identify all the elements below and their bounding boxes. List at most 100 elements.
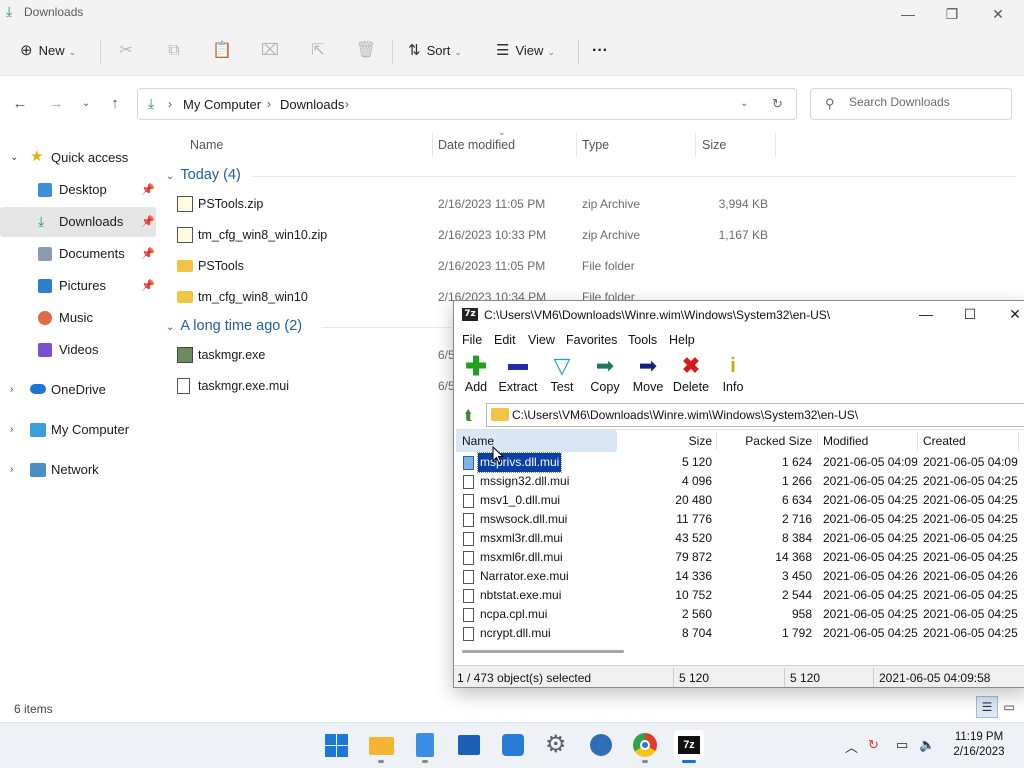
sidebar-item-music[interactable]: Music: [0, 303, 156, 333]
column-divider[interactable]: [576, 133, 577, 157]
menu-file[interactable]: File: [462, 333, 482, 347]
menu-tools[interactable]: Tools: [628, 333, 657, 347]
recent-locations-chevron-icon[interactable]: ⌄: [76, 94, 96, 114]
maximize-button[interactable]: ☐: [950, 303, 990, 325]
delete-button[interactable]: ✖ Delete: [669, 353, 713, 399]
group-header-long-time-ago[interactable]: ⌄ A long time ago (2): [166, 318, 302, 334]
menu-help[interactable]: Help: [669, 333, 695, 347]
archive-row[interactable]: msxml6r.dll.mui 79 872 14 368 2021-06-05…: [456, 548, 1024, 567]
delete-icon[interactable]: 🗑: [355, 40, 377, 62]
column-divider[interactable]: [817, 432, 818, 450]
archive-row[interactable]: ncpa.cpl.mui 2 560 958 2021-06-05 04:25 …: [456, 605, 1024, 624]
archive-row[interactable]: nbtstat.exe.mui 10 752 2 544 2021-06-05 …: [456, 586, 1024, 605]
more-options-button[interactable]: ···: [592, 38, 608, 64]
test-button[interactable]: ▽ Test: [540, 353, 584, 399]
breadcrumb-my-computer[interactable]: My Computer: [183, 97, 261, 112]
taskbar-notepad[interactable]: [410, 730, 440, 763]
search-input[interactable]: [849, 95, 999, 109]
archive-row[interactable]: msprivs.dll.mui 5 120 1 624 2021-06-05 0…: [456, 452, 1024, 473]
cut-icon[interactable]: ✂: [115, 40, 137, 62]
back-arrow-icon[interactable]: ←: [10, 94, 30, 114]
sidebar-item-onedrive[interactable]: › OneDrive: [0, 375, 156, 405]
taskbar-file-explorer[interactable]: [366, 730, 396, 763]
update-alert-icon[interactable]: ↻: [868, 737, 879, 753]
sidebar-item-quick-access[interactable]: ⌄ ★ Quick access: [0, 143, 156, 173]
taskbar-7zip[interactable]: 7z: [674, 730, 704, 763]
copy-icon[interactable]: ⧉: [163, 40, 185, 62]
column-header-size[interactable]: Size: [702, 138, 726, 152]
minimize-button[interactable]: —: [906, 303, 946, 325]
menu-edit[interactable]: Edit: [494, 333, 516, 347]
column-divider[interactable]: [917, 432, 918, 450]
show-hidden-icons-chevron-icon[interactable]: ︿: [845, 737, 858, 756]
taskbar-store[interactable]: [454, 730, 484, 760]
restore-button[interactable]: ❐: [936, 4, 968, 24]
archive-row[interactable]: ncrypt.dll.mui 8 704 1 792 2021-06-05 04…: [456, 624, 1024, 643]
up-folder-icon[interactable]: ⮬: [459, 405, 479, 425]
sidebar-item-pictures[interactable]: Pictures 📌: [0, 271, 156, 301]
new-button[interactable]: ⊕ New ⌄: [20, 38, 76, 64]
archive-row[interactable]: msv1_0.dll.mui 20 480 6 634 2021-06-05 0…: [456, 491, 1024, 510]
add-button[interactable]: ✚ Add: [454, 353, 498, 399]
network-status-icon[interactable]: ▭: [896, 737, 908, 753]
sidebar-item-network[interactable]: › Network: [0, 455, 156, 485]
details-view-icon[interactable]: ☰: [976, 696, 998, 718]
pin-icon[interactable]: 📌: [141, 239, 155, 269]
file-row[interactable]: tm_cfg_win8_win10.zip 2/16/2023 10:33 PM…: [160, 220, 1024, 251]
column-header-created[interactable]: Created: [923, 430, 966, 452]
sidebar-item-videos[interactable]: Videos: [0, 335, 156, 365]
rename-icon[interactable]: ⌧: [259, 40, 281, 62]
archive-row[interactable]: mswsock.dll.mui 11 776 2 716 2021-06-05 …: [456, 510, 1024, 529]
column-header-type[interactable]: Type: [582, 138, 609, 152]
sidebar-item-documents[interactable]: Documents 📌: [0, 239, 156, 269]
file-row[interactable]: PSTools 2/16/2023 11:05 PM File folder: [160, 251, 1024, 282]
archive-row[interactable]: mssign32.dll.mui 4 096 1 266 2021-06-05 …: [456, 472, 1024, 491]
column-divider[interactable]: [1018, 432, 1019, 450]
taskbar-chrome[interactable]: [630, 730, 660, 763]
path-field[interactable]: C:\Users\VM6\Downloads\Winre.wim\Windows…: [486, 403, 1024, 427]
paste-icon[interactable]: 📋: [211, 40, 233, 62]
column-divider[interactable]: [716, 432, 717, 450]
taskbar-settings[interactable]: ⚙: [542, 730, 572, 760]
start-button[interactable]: [322, 730, 352, 760]
info-button[interactable]: i Info: [711, 353, 755, 399]
column-divider[interactable]: [616, 432, 617, 450]
7zip-titlebar[interactable]: 7z C:\Users\VM6\Downloads\Winre.wim\Wind…: [454, 301, 1024, 329]
column-divider[interactable]: [775, 133, 776, 157]
pin-icon[interactable]: 📌: [141, 207, 155, 237]
column-header-date[interactable]: Date modified: [438, 138, 515, 152]
archive-row[interactable]: msxml3r.dll.mui 43 520 8 384 2021-06-05 …: [456, 529, 1024, 548]
forward-arrow-icon[interactable]: →: [46, 94, 66, 114]
address-history-chevron-icon[interactable]: ⌄: [740, 98, 748, 109]
column-header-size[interactable]: Size: [636, 430, 712, 452]
column-divider[interactable]: [695, 133, 696, 157]
copy-button[interactable]: ➡ Copy: [583, 353, 627, 399]
menu-favorites[interactable]: Favorites: [566, 333, 617, 347]
address-bar[interactable]: ⤓ › My Computer › Downloads › ⌄ ↻: [137, 88, 797, 120]
system-clock[interactable]: 11:19 PM 2/16/2023: [944, 730, 1014, 760]
close-button[interactable]: ✕: [995, 303, 1024, 325]
view-button[interactable]: ☰ View ⌄: [496, 38, 555, 64]
file-row[interactable]: PSTools.zip 2/16/2023 11:05 PM zip Archi…: [160, 189, 1024, 220]
explorer-titlebar[interactable]: ⤓ Downloads — ❐ ✕: [0, 0, 1024, 28]
column-header-name[interactable]: Name: [456, 430, 616, 452]
sidebar-item-downloads[interactable]: ⤓ Downloads 📌: [0, 207, 156, 237]
share-icon[interactable]: ⇱: [307, 40, 329, 62]
group-header-today[interactable]: ⌄ Today (4): [166, 167, 241, 183]
horizontal-scrollbar[interactable]: [462, 650, 624, 653]
pin-icon[interactable]: 📌: [141, 175, 155, 205]
refresh-icon[interactable]: ↻: [772, 96, 783, 112]
close-button[interactable]: ✕: [982, 4, 1014, 24]
archive-row[interactable]: Narrator.exe.mui 14 336 3 450 2021-06-05…: [456, 567, 1024, 586]
volume-icon[interactable]: 🔈: [919, 737, 935, 753]
sidebar-item-my-computer[interactable]: › My Computer: [0, 415, 156, 445]
taskbar-photos[interactable]: [498, 730, 528, 760]
up-arrow-icon[interactable]: ↑: [105, 94, 125, 114]
move-button[interactable]: ➡ Move: [626, 353, 670, 399]
column-header-modified[interactable]: Modified: [823, 430, 868, 452]
column-header-name[interactable]: Name: [190, 138, 223, 152]
menu-view[interactable]: View: [528, 333, 555, 347]
pin-icon[interactable]: 📌: [141, 271, 155, 301]
sort-button[interactable]: ⇅ Sort ⌄: [408, 38, 462, 64]
extract-button[interactable]: Extract: [496, 353, 540, 399]
